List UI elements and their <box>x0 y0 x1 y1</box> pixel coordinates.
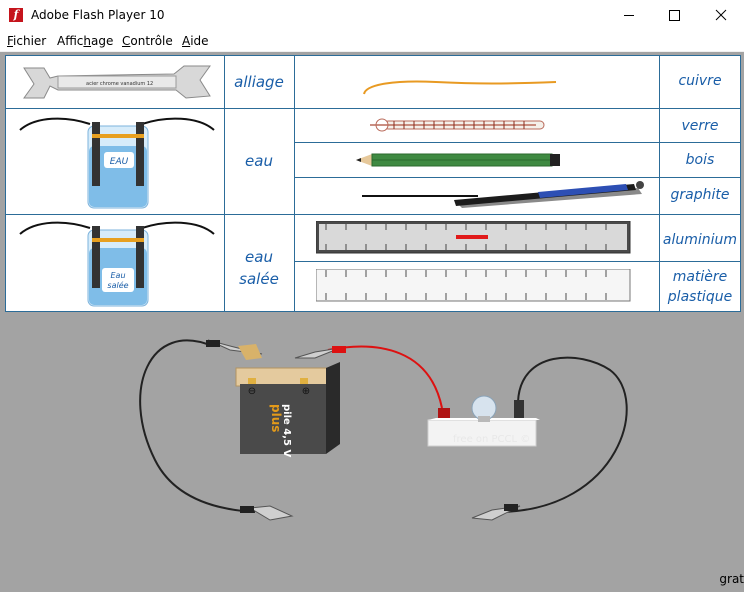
menu-bar: Fichier Affichage Contrôle Aide <box>0 31 744 52</box>
copper-wire-image[interactable] <box>356 74 566 100</box>
menu-controle[interactable]: Contrôle <box>122 34 173 48</box>
black-wire-left[interactable] <box>139 339 256 513</box>
label-eau-salee-line1: eau <box>245 248 273 266</box>
close-button[interactable] <box>698 0 744 31</box>
material-verre: verre <box>681 118 719 134</box>
alligator-clip-black-bottom[interactable] <box>240 505 294 521</box>
material-graphite: graphite <box>670 187 730 203</box>
material-plastic-line2: plastique <box>667 289 733 305</box>
label-eau: eau <box>245 152 273 170</box>
corner-text: grat <box>719 572 744 586</box>
maximize-button[interactable] <box>652 0 698 31</box>
alligator-clip-red[interactable] <box>294 346 346 359</box>
flash-player-icon: f <box>9 8 23 22</box>
wrench-image[interactable]: acier chrome vanadium 12 <box>14 60 218 104</box>
beaker-label-eau-salee-2: salée <box>107 280 128 290</box>
menu-fichier[interactable]: Fichier <box>7 34 46 48</box>
battery-minus-sign: ⊖ <box>248 386 256 397</box>
battery-plus-sign: ⊕ <box>302 386 310 397</box>
beaker-label-eau-salee-1: Eau <box>110 271 125 280</box>
menu-affichage[interactable]: Affichage <box>57 34 113 48</box>
minimize-icon <box>624 15 634 16</box>
label-eau-salee-line2: salée <box>239 270 279 288</box>
maximize-icon <box>669 10 680 21</box>
battery-label-line2: plus <box>269 404 283 432</box>
material-plastic-line1: matière <box>672 269 728 285</box>
plastic-ruler-image[interactable] <box>316 269 632 303</box>
materials-table: acier chrome vanadium 12 alliage cuivre … <box>5 55 741 312</box>
watermark-text: free on PCCL © <box>453 434 530 445</box>
label-eau-salee: eau salée <box>224 246 294 290</box>
water-beaker-image[interactable]: EAU <box>16 114 218 212</box>
aluminium-ruler-image[interactable] <box>316 221 632 255</box>
material-aluminium: aluminium <box>662 232 738 248</box>
glass-thermometer-image[interactable] <box>360 114 554 138</box>
wood-pencil-image[interactable] <box>352 149 564 171</box>
graphite-pencil-image[interactable] <box>358 180 658 212</box>
flash-stage: acier chrome vanadium 12 alliage cuivre … <box>0 52 744 592</box>
label-alliage: alliage <box>234 73 284 91</box>
menu-aide[interactable]: Aide <box>182 34 209 48</box>
material-bois: bois <box>685 152 715 168</box>
material-matiere-plastique: matière plastique <box>660 267 740 307</box>
circuit-area: ⊖ ⊕ pile 4,5 V plus free on PCCL © <box>139 339 628 521</box>
wrench-engraving: acier chrome vanadium 12 <box>86 81 153 87</box>
title-bar: f Adobe Flash Player 10 <box>0 0 744 31</box>
close-icon <box>715 9 727 21</box>
minimize-button[interactable] <box>606 0 652 31</box>
battery[interactable]: ⊖ ⊕ pile 4,5 V plus <box>235 344 340 457</box>
red-wire[interactable] <box>327 345 443 409</box>
material-cuivre: cuivre <box>678 73 722 89</box>
beaker-label-eau: EAU <box>110 157 129 167</box>
window-title: Adobe Flash Player 10 <box>31 8 165 22</box>
salt-water-beaker-image[interactable]: Eau salée <box>16 218 218 310</box>
